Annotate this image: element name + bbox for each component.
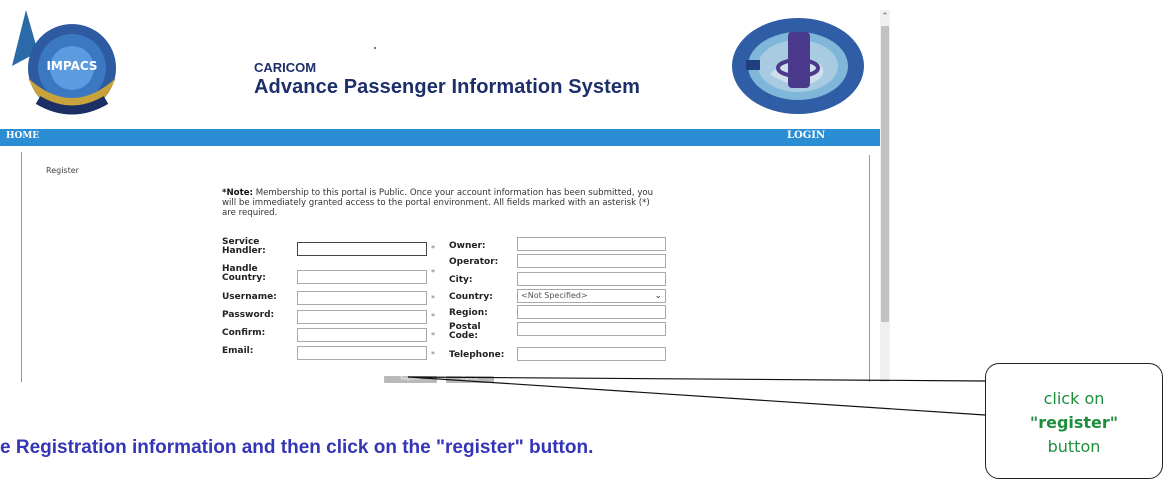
- label-city: City:: [449, 275, 473, 285]
- region-input[interactable]: [517, 305, 666, 319]
- callout-line-3: button: [1047, 437, 1101, 456]
- note-text: Membership to this portal is Public. Onc…: [222, 188, 654, 218]
- scrollbar-thumb[interactable]: [881, 26, 889, 322]
- label-country: Country:: [449, 292, 493, 302]
- decorative-dot: [374, 47, 376, 49]
- required-asterisk: *: [431, 244, 435, 253]
- password-input[interactable]: [297, 310, 427, 324]
- scroll-up-arrow-icon[interactable]: ⌃: [880, 11, 890, 23]
- callout-line-2: "register": [1029, 413, 1119, 432]
- postal-code-input[interactable]: [517, 322, 666, 336]
- country-select[interactable]: <Not Specified> ⌄: [517, 289, 666, 303]
- label-owner: Owner:: [449, 241, 486, 251]
- nav-home-link[interactable]: HOME: [6, 131, 39, 141]
- register-heading: Register: [46, 166, 79, 175]
- content-frame-right: [869, 155, 870, 382]
- service-handler-input[interactable]: [297, 242, 427, 256]
- content-frame-left: [21, 152, 22, 382]
- country-select-value: <Not Specified>: [521, 291, 588, 300]
- membership-note: *Note: Membership to this portal is Publ…: [222, 188, 662, 218]
- note-label: *Note:: [222, 188, 253, 198]
- nav-bar: [0, 129, 880, 146]
- label-username: Username:: [222, 292, 277, 302]
- label-confirm: Confirm:: [222, 328, 266, 338]
- page-title: Advance Passenger Information System: [254, 76, 640, 98]
- required-asterisk: *: [431, 350, 435, 359]
- callout-line-1: click on: [1043, 389, 1105, 408]
- label-postal-code: Postal Code:: [449, 322, 481, 341]
- label-region: Region:: [449, 308, 488, 318]
- jrcc-logo: [732, 18, 864, 114]
- handle-country-input[interactable]: [297, 270, 427, 284]
- required-asterisk: *: [431, 312, 435, 321]
- label-email: Email:: [222, 346, 254, 356]
- telephone-input[interactable]: [517, 347, 666, 361]
- confirm-password-input[interactable]: [297, 328, 427, 342]
- instruction-text: e Registration information and then clic…: [0, 437, 594, 458]
- label-telephone: Telephone:: [449, 350, 505, 360]
- impacs-logo: IMPACS: [12, 10, 116, 115]
- chevron-down-icon: ⌄: [654, 291, 662, 301]
- required-asterisk: *: [431, 268, 435, 277]
- label-handle-country: Handle Country:: [222, 264, 266, 283]
- label-password: Password:: [222, 310, 275, 320]
- city-input[interactable]: [517, 272, 666, 286]
- label-operator: Operator:: [449, 257, 499, 267]
- nav-login-link[interactable]: LOGIN: [787, 130, 825, 141]
- email-input[interactable]: [297, 346, 427, 360]
- brand-caricom: CARICOM: [254, 60, 317, 75]
- callout-text: click on "register" button: [992, 387, 1156, 459]
- impacs-logo-text: IMPACS: [46, 59, 97, 73]
- required-asterisk: *: [431, 331, 435, 340]
- owner-input[interactable]: [517, 237, 666, 251]
- username-input[interactable]: [297, 291, 427, 305]
- register-button[interactable]: Register: [384, 376, 437, 383]
- required-asterisk: *: [431, 294, 435, 303]
- operator-input[interactable]: [517, 254, 666, 268]
- cancel-button[interactable]: Cancel: [446, 376, 494, 383]
- label-service-handler: Service Handler:: [222, 237, 266, 256]
